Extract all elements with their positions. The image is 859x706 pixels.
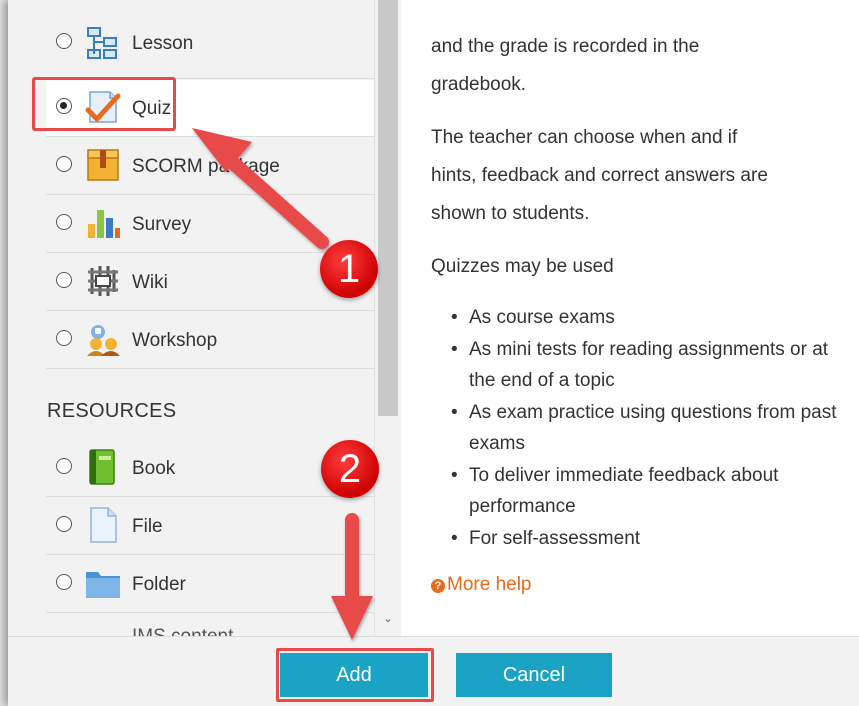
option-file[interactable]: File [46,498,374,555]
option-lesson[interactable]: Lesson [46,22,374,79]
usage-list-item: To deliver immediate feedback about perf… [449,460,849,523]
usage-list-item: For self-assessment [449,523,849,555]
description-line: gradebook. [431,74,527,95]
quiz-highlight-box [32,77,176,131]
cancel-button[interactable]: Cancel [456,653,612,697]
survey-icon [88,210,120,238]
lesson-icon [87,27,117,59]
option-label: File [132,516,163,537]
description-line: shown to students. [431,203,590,224]
folder-icon [86,572,120,598]
more-help-link[interactable]: ? More help [431,574,532,596]
usage-list: As course exams As mini tests for readin… [449,302,849,554]
option-label: Wiki [132,272,168,293]
option-folder[interactable]: Folder [46,556,374,613]
description-line: hints, feedback and correct answers are [431,165,768,186]
description-line: The teacher can choose when and if [431,127,738,148]
option-ims-content[interactable]: IMS content [46,614,374,636]
option-survey[interactable]: Survey [46,196,374,253]
radio-scorm-package[interactable] [56,156,72,172]
radio-folder[interactable] [56,574,72,590]
list-scrollbar[interactable]: ⌄ [374,0,401,636]
workshop-icon [87,325,120,356]
usage-list-item: As exam practice using questions from pa… [449,397,849,460]
option-label: SCORM package [132,156,280,177]
option-label: Lesson [132,33,194,54]
description-line: and the grade is recorded in the [431,36,700,57]
radio-book[interactable] [56,458,72,474]
option-label: Workshop [132,330,218,351]
radio-file[interactable] [56,516,72,532]
option-label: IMS content [132,626,233,636]
resources-heading: RESOURCES [47,400,177,422]
radio-wiki[interactable] [56,272,72,288]
help-icon: ? [431,579,445,593]
option-label: Folder [132,574,186,595]
wiki-icon [88,266,118,296]
option-workshop[interactable]: Workshop [46,312,374,369]
option-label: Survey [132,214,192,235]
more-help-label: More help [447,574,532,595]
book-icon [89,449,115,485]
step-1-badge: 1 [320,240,378,298]
file-icon [90,507,117,543]
usage-list-item: As course exams [449,302,849,334]
radio-survey[interactable] [56,214,72,230]
description-line: Quizzes may be used [431,256,614,277]
activity-description-panel: and the grade is recorded in the gradebo… [401,0,859,636]
scorm-package-icon [87,149,119,181]
radio-lesson[interactable] [56,33,72,49]
option-label: Book [132,458,176,479]
radio-workshop[interactable] [56,330,72,346]
usage-list-item: As mini tests for reading assignments or… [449,334,849,397]
option-scorm-package[interactable]: SCORM package [46,138,374,195]
scroll-down-icon[interactable]: ⌄ [381,612,395,626]
add-highlight-box [276,648,434,702]
scrollbar-thumb[interactable] [378,0,398,416]
step-2-badge: 2 [321,440,379,498]
